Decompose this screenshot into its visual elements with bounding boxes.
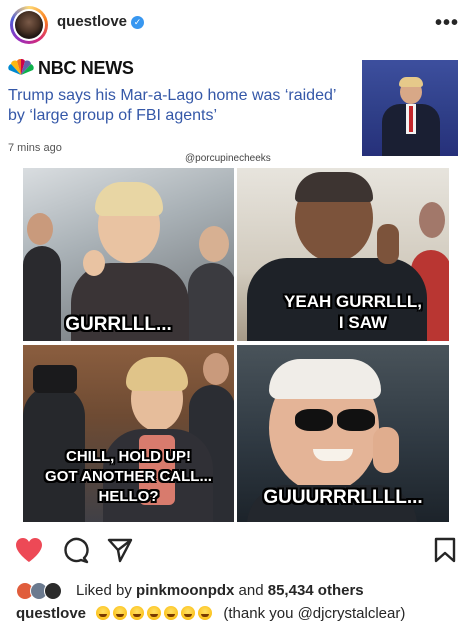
liker-avatar-3: [44, 582, 62, 600]
panel-2-caption-line-2: I SAW: [338, 313, 388, 332]
meme-panel-2: YEAH GURRLLL, I SAW: [237, 168, 449, 341]
panel-3-caption-line-2: GOT ANOTHER CALL...: [45, 468, 212, 485]
news-source-name: NBC NEWS: [38, 58, 134, 78]
panel-4-caption: GUUURRRLLLL...: [263, 487, 423, 508]
panel-3-caption-line-1: CHILL, HOLD UP!: [66, 448, 191, 465]
caption-text: (thank you @djcrystalclear): [223, 605, 406, 622]
likes-count-link[interactable]: 85,434 others: [268, 582, 364, 599]
news-headline: Trump says his Mar-a-Lago home was ‘raid…: [8, 87, 336, 124]
profile-photo: [15, 11, 43, 39]
panel-2-caption-line-1: YEAH GURRLLL,: [284, 292, 422, 311]
meme-panel-4: GUUURRRLLLL...: [237, 345, 449, 522]
liked-connector: and: [238, 582, 264, 599]
share-icon[interactable]: [106, 536, 134, 564]
news-timestamp: 7 mins ago: [8, 142, 62, 154]
news-thumbnail: [362, 60, 458, 156]
meme-grid: GURRLLL... YEAH GURRLLL, I SAW CHILL, HO…: [23, 168, 449, 522]
liked-by-row[interactable]: Liked by pinkmoonpdx and 85,434 others: [16, 580, 466, 602]
liked-prefix: Liked by: [76, 582, 132, 599]
post-image[interactable]: NBC NEWS Trump says his Mar-a-Lago home …: [0, 52, 473, 528]
bookmark-icon[interactable]: [433, 536, 457, 564]
verified-badge-icon: ✓: [131, 16, 145, 29]
post-caption: questlove (thank you @djcrystalclear): [16, 605, 466, 629]
caption-username[interactable]: questlove: [16, 605, 86, 622]
meme-panel-3: CHILL, HOLD UP! GOT ANOTHER CALL... HELL…: [23, 345, 234, 522]
avatar[interactable]: [10, 6, 48, 44]
meme-credit: @porcupinecheeks: [185, 153, 271, 164]
username[interactable]: questlove ✓: [57, 13, 145, 30]
more-options-icon[interactable]: •••: [435, 12, 459, 35]
heart-icon[interactable]: [14, 536, 44, 564]
post-header: questlove ✓ •••: [0, 0, 473, 52]
liked-user-link[interactable]: pinkmoonpdx: [136, 582, 234, 599]
panel-3-caption-line-3: HELLO?: [98, 488, 159, 505]
comment-icon[interactable]: [62, 537, 90, 565]
username-label[interactable]: questlove: [57, 13, 127, 30]
action-bar: [0, 532, 473, 570]
liked-by-text: Liked by pinkmoonpdx and 85,434 others: [76, 582, 364, 599]
meme-panel-1: GURRLLL...: [23, 168, 234, 341]
laughing-emoji-icon: [96, 605, 215, 622]
panel-1-caption: GURRLLL...: [65, 314, 172, 335]
nbc-peacock-logo-icon: [8, 58, 34, 75]
